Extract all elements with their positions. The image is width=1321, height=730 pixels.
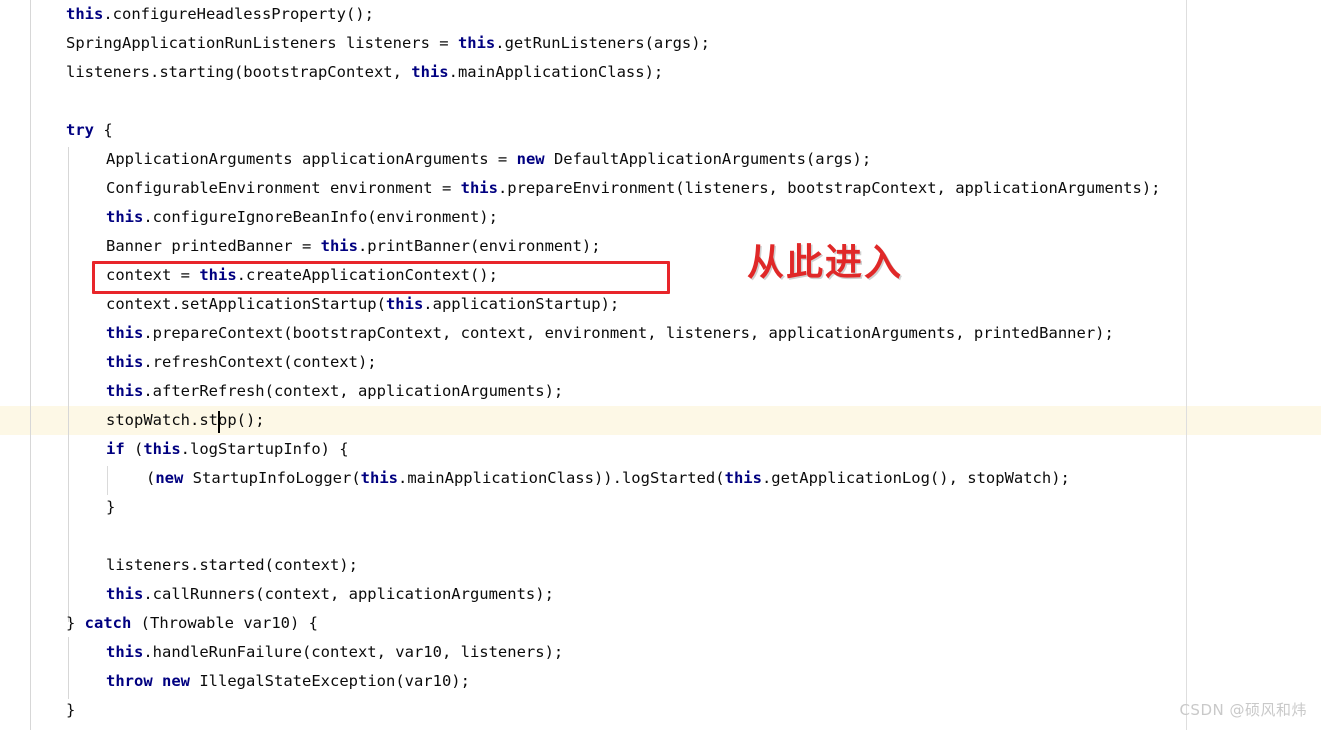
code-editor-screenshot: this.configureHeadlessProperty(); SpringA…: [0, 0, 1321, 730]
code-keyword: this: [106, 585, 144, 603]
code-text: .mainApplicationClass)).logStarted(: [397, 469, 725, 487]
code-keyword: this: [106, 353, 144, 371]
code-keyword: catch: [84, 614, 132, 632]
code-keyword: this: [143, 440, 181, 458]
code-keyword: this: [106, 643, 144, 661]
code-keyword: this: [360, 469, 398, 487]
code-text: (Throwable var10) {: [131, 614, 318, 632]
code-text: .configureIgnoreBeanInfo(environment);: [143, 208, 498, 226]
code-line: this.refreshContext(context);: [106, 348, 377, 377]
code-line: this.configureHeadlessProperty();: [66, 0, 374, 29]
code-keyword: this: [457, 34, 496, 52]
code-keyword: this: [411, 63, 449, 81]
code-text: .configureHeadlessProperty();: [103, 5, 374, 23]
code-line: }: [66, 696, 75, 725]
code-text: .getApplicationLog(), stopWatch);: [761, 469, 1070, 487]
code-keyword: new: [516, 150, 545, 168]
code-text: .getRunListeners(args);: [495, 34, 710, 52]
code-text: .mainApplicationClass);: [448, 63, 664, 81]
code-text: .afterRefresh(context, applicationArgume…: [143, 382, 564, 400]
annotation-red-box: [92, 261, 670, 294]
code-line: ApplicationArguments applicationArgument…: [106, 145, 871, 174]
code-keyword: this: [724, 469, 762, 487]
code-text: ConfigurableEnvironment environment =: [106, 179, 461, 197]
code-line: context.setApplicationStartup(this.appli…: [106, 290, 619, 319]
code-keyword: new: [162, 672, 191, 690]
code-keyword: this: [385, 295, 424, 313]
code-keyword: throw: [106, 672, 153, 690]
code-line: this.prepareContext(bootstrapContext, co…: [106, 319, 1114, 348]
code-text: StartupInfoLogger(: [183, 469, 361, 487]
text-caret: [218, 411, 220, 433]
code-line: try {: [66, 116, 113, 145]
code-line: this.handleRunFailure(context, var10, li…: [106, 638, 563, 667]
code-text: listeners.started(context);: [106, 556, 358, 574]
code-keyword: this: [66, 5, 104, 23]
code-text: listeners.starting(bootstrapContext,: [66, 63, 412, 81]
code-text: .refreshContext(context);: [143, 353, 377, 371]
code-text: Banner printedBanner =: [106, 237, 321, 255]
code-text: .logStartupInfo) {: [180, 440, 349, 458]
code-text: (: [124, 440, 144, 458]
code-text: .callRunners(context, applicationArgumen…: [143, 585, 554, 603]
code-text-area[interactable]: this.configureHeadlessProperty(); SpringA…: [0, 0, 1321, 730]
code-keyword: this: [320, 237, 358, 255]
code-line: stopWatch.stop();: [106, 406, 265, 435]
code-text: IllegalStateException(var10);: [190, 672, 470, 690]
code-text: DefaultApplicationArguments(args);: [544, 150, 872, 168]
code-text: ApplicationArguments applicationArgument…: [106, 150, 517, 168]
code-line: }: [106, 493, 115, 522]
code-keyword: new: [155, 469, 184, 487]
code-line: ConfigurableEnvironment environment = th…: [106, 174, 1161, 203]
code-keyword: this: [106, 382, 144, 400]
code-line: Banner printedBanner = this.printBanner(…: [106, 232, 601, 261]
code-keyword: if: [106, 440, 125, 458]
code-keyword: this: [106, 324, 144, 342]
code-text: .applicationStartup);: [423, 295, 620, 313]
csdn-watermark: CSDN @硕风和炜: [1179, 701, 1307, 719]
code-text: (: [146, 469, 156, 487]
code-text: }: [106, 498, 116, 516]
code-text: .prepareEnvironment(listeners, bootstrap…: [497, 179, 1161, 197]
code-line: } catch (Throwable var10) {: [66, 609, 318, 638]
code-line: this.afterRefresh(context, applicationAr…: [106, 377, 563, 406]
code-text: .printBanner(environment);: [357, 237, 601, 255]
code-line: throw new IllegalStateException(var10);: [106, 667, 470, 696]
code-line: this.callRunners(context, applicationArg…: [106, 580, 554, 609]
code-line: listeners.started(context);: [106, 551, 358, 580]
code-line: SpringApplicationRunListeners listeners …: [66, 29, 710, 58]
code-line: (new StartupInfoLogger(this.mainApplicat…: [146, 464, 1070, 493]
code-text: context.setApplicationStartup(: [106, 295, 386, 313]
code-text: {: [94, 121, 113, 139]
code-text: .handleRunFailure(context, var10, listen…: [143, 643, 564, 661]
code-keyword: this: [460, 179, 498, 197]
code-text: .prepareContext(bootstrapContext, contex…: [143, 324, 1114, 342]
code-line: this.configureIgnoreBeanInfo(environment…: [106, 203, 498, 232]
code-text: stopWatch.stop();: [106, 411, 265, 429]
annotation-text: 从此进入: [747, 240, 903, 284]
code-keyword: this: [106, 208, 144, 226]
code-line: if (this.logStartupInfo) {: [106, 435, 349, 464]
code-keyword: try: [66, 121, 94, 139]
code-text: }: [66, 614, 85, 632]
code-text: SpringApplicationRunListeners listeners …: [66, 34, 458, 52]
code-line: listeners.starting(bootstrapContext, thi…: [66, 58, 663, 87]
code-text: }: [66, 701, 76, 719]
